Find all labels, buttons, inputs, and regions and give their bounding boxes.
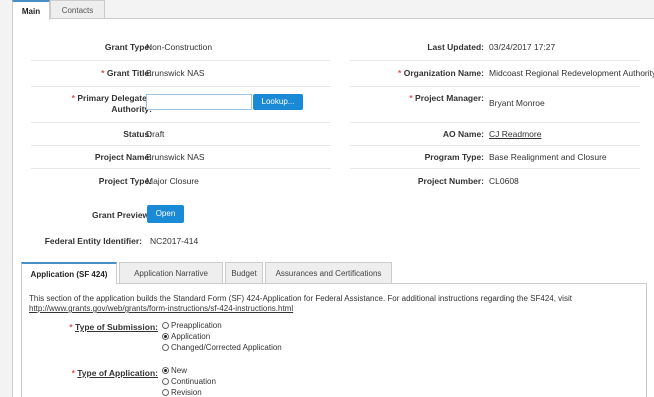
federal-entity-identifier-value: NC2017-414 [150,236,199,246]
radio-unselected-icon[interactable] [162,389,169,396]
row-divider [31,122,331,123]
sf424-intro-text: This section of the application builds t… [29,294,572,303]
row-divider [350,168,640,169]
submission-option-changed-corrected[interactable]: Changed/Corrected Application [162,343,282,352]
project-manager-label: * Project Manager: [409,93,484,103]
main-panel: Grant Type: Non-Construction Last Update… [12,18,654,397]
project-number-value: CL0608 [489,176,519,186]
row-divider [350,60,640,61]
last-updated-label: Last Updated: [427,42,484,52]
project-name-value: Brunswick NAS [146,152,205,162]
sf424-intro: This section of the application builds t… [29,294,641,314]
primary-delegated-authority-input[interactable] [146,94,252,110]
federal-entity-identifier-label: Federal Entity Identifier: [44,236,142,246]
project-type-value: Major Closure [146,176,199,186]
radio-unselected-icon[interactable] [162,378,169,385]
program-type-label: Program Type: [424,152,484,162]
tab-application-narrative[interactable]: Application Narrative [119,262,223,283]
grant-title-value: Brunswick NAS [146,68,205,78]
ao-name-link[interactable]: CJ Readmore [489,129,541,139]
tab-contacts[interactable]: Contacts [50,0,105,19]
row-divider [350,122,640,123]
application-option-continuation[interactable]: Continuation [162,377,216,386]
open-preview-button[interactable]: Open [147,205,184,223]
radio-selected-icon[interactable] [162,333,169,340]
required-marker: * [71,93,75,103]
organization-name-value: Midcoast Regional Redevelopment Authorit… [489,68,654,78]
type-of-submission-label: * Type of Submission: [69,322,158,332]
grant-type-value: Non-Construction [146,42,213,52]
submission-option-preapplication[interactable]: Preapplication [162,321,222,330]
program-type-value: Base Realignment and Closure [489,152,607,162]
project-type-label: Project Type: [98,176,152,186]
row-divider [350,86,640,87]
row-divider [31,60,331,61]
grant-type-label: Grant Type: [104,42,152,52]
radio-unselected-icon[interactable] [162,322,169,329]
radio-selected-icon[interactable] [162,367,169,374]
ao-name-label: AO Name: [442,129,484,139]
required-marker: * [409,93,413,103]
row-divider [31,145,331,146]
grant-preview-label: Grant Preview: [92,210,152,220]
sf424-instructions-link[interactable]: http://www.grants.gov/web/grants/form-in… [29,304,293,313]
primary-delegated-authority-label: * Primary Delegated Authority: [71,93,152,114]
required-marker: * [398,68,402,78]
project-manager-value: Bryant Monroe [489,98,545,108]
submission-option-application[interactable]: Application [162,332,210,341]
type-of-application-label: * Type of Application: [71,368,158,378]
tab-application-sf424[interactable]: Application (SF 424) [21,262,117,284]
tab-main[interactable]: Main [12,0,50,20]
grant-title-label: * Grant Title: [101,68,152,78]
tab-assurances-certifications[interactable]: Assurances and Certifications [265,262,392,283]
lookup-button[interactable]: Lookup... [253,94,303,110]
required-marker: * [71,368,75,378]
tab-budget[interactable]: Budget [225,262,263,283]
organization-name-label: * Organization Name: [398,68,484,78]
required-marker: * [69,322,73,332]
project-name-label: Project Name: [94,152,152,162]
application-option-revision[interactable]: Revision [162,388,202,397]
application-option-new[interactable]: New [162,366,187,375]
required-marker: * [101,68,105,78]
row-divider [350,145,640,146]
row-divider [31,86,331,87]
last-updated-value: 03/24/2017 17:27 [489,42,556,52]
project-number-label: Project Number: [417,176,484,186]
status-value: Draft [146,129,165,139]
row-divider [31,168,331,169]
radio-unselected-icon[interactable] [162,344,169,351]
sf424-panel: This section of the application builds t… [21,283,647,397]
